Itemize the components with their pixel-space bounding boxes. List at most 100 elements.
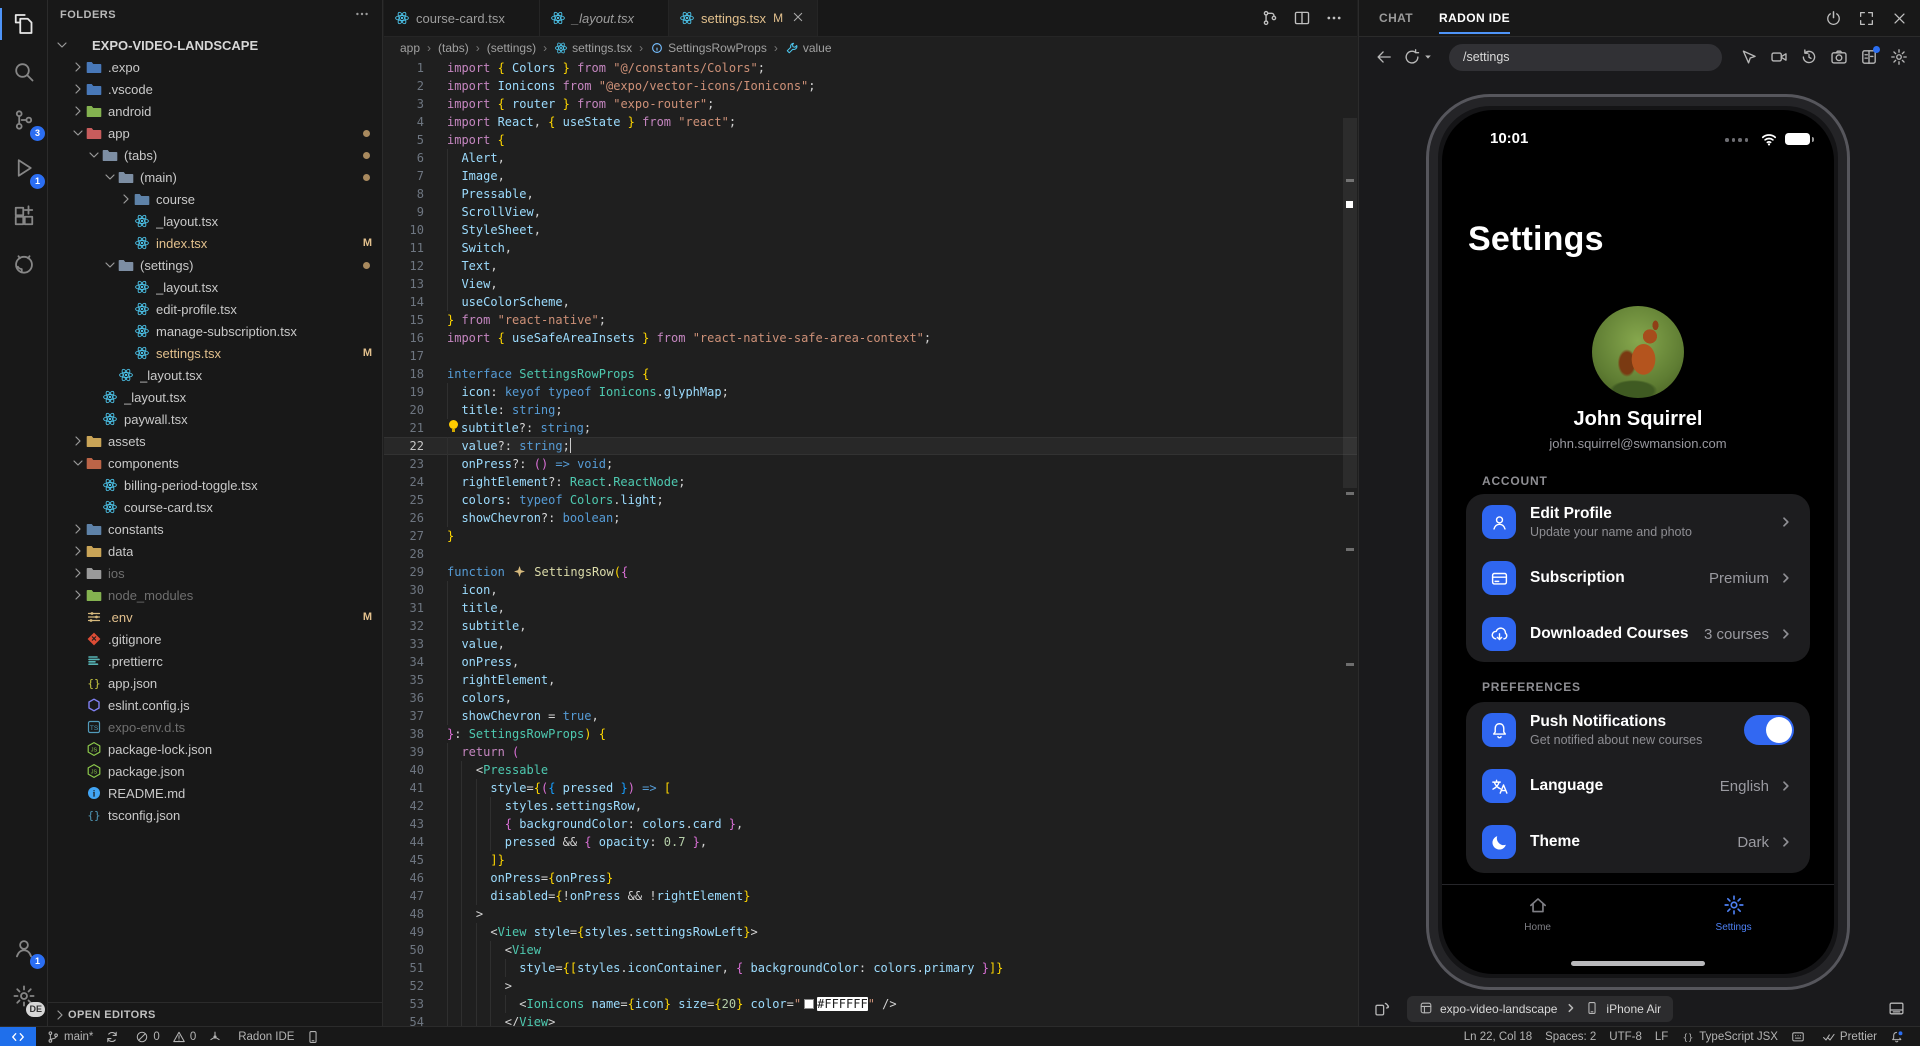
code-line[interactable]: 18 interface SettingsRowProps { xyxy=(384,365,1357,383)
code-line[interactable]: 41 style={({ pressed }) => [ xyxy=(384,779,1357,797)
tree-item[interactable]: course-card.tsx xyxy=(48,496,382,518)
tree-item[interactable]: paywall.tsx xyxy=(48,408,382,430)
breadcrumb-item[interactable]: (settings) xyxy=(469,41,536,55)
code-line[interactable]: 29 function SettingsRow({ xyxy=(384,563,1357,581)
code-line[interactable]: 28 xyxy=(384,545,1357,563)
tree-item[interactable]: i README.md xyxy=(48,782,382,804)
tree-item[interactable]: .gitignore xyxy=(48,628,382,650)
breadcrumb-item[interactable]: settings.tsx xyxy=(536,41,632,55)
tree-item[interactable]: android xyxy=(48,100,382,122)
more-actions-icon[interactable] xyxy=(1325,9,1343,27)
code-line[interactable]: 15 } from "react-native"; xyxy=(384,311,1357,329)
code-line[interactable]: 48 > xyxy=(384,905,1357,923)
code-line[interactable]: 4 import React, { useState } from "react… xyxy=(384,113,1357,131)
code-line[interactable]: 34 onPress, xyxy=(384,653,1357,671)
code-line[interactable]: 43 { backgroundColor: colors.card }, xyxy=(384,815,1357,833)
code-line[interactable]: 1 import { Colors } from "@/constants/Co… xyxy=(384,59,1357,77)
code-line[interactable]: 54 </View> xyxy=(384,1013,1357,1026)
toggle-switch[interactable] xyxy=(1744,715,1794,745)
status-item[interactable]: Prettier xyxy=(1822,1030,1877,1044)
tree-item[interactable]: manage-subscription.tsx xyxy=(48,320,382,342)
status-item[interactable] xyxy=(1890,1030,1908,1044)
source-control-graph-icon[interactable] xyxy=(1261,9,1279,27)
panel-settings-icon[interactable] xyxy=(1888,46,1910,68)
breadcrumb-item[interactable]: value xyxy=(767,41,832,55)
status-item[interactable]: main* xyxy=(46,1030,93,1044)
screen-record-icon[interactable] xyxy=(1768,46,1790,68)
code-line[interactable]: 10 StyleSheet, xyxy=(384,221,1357,239)
tree-item[interactable]: _layout.tsx xyxy=(48,364,382,386)
explorer-icon[interactable] xyxy=(0,0,48,48)
tree-item[interactable]: index.tsx M xyxy=(48,232,382,254)
editor-tab[interactable]: settings.tsx M xyxy=(669,0,818,36)
rotate-device-icon[interactable] xyxy=(1371,998,1393,1020)
tree-item[interactable]: .vscode xyxy=(48,78,382,100)
tree-item[interactable]: _layout.tsx xyxy=(48,210,382,232)
code-line[interactable]: 38 }: SettingsRowProps) { xyxy=(384,725,1357,743)
tree-item[interactable]: .expo xyxy=(48,56,382,78)
settings-row[interactable]: Push Notifications Get notified about ne… xyxy=(1466,702,1810,758)
tree-item[interactable]: .env M xyxy=(48,606,382,628)
folders-more-icon[interactable] xyxy=(354,6,370,25)
status-item[interactable] xyxy=(306,1030,324,1044)
status-item[interactable]: Radon IDE xyxy=(238,1030,294,1044)
tree-item[interactable]: data xyxy=(48,540,382,562)
tree-item[interactable]: eslint.config.js xyxy=(48,694,382,716)
code-line[interactable]: 12 Text, xyxy=(384,257,1357,275)
code-line[interactable]: 13 View, xyxy=(384,275,1357,293)
status-item[interactable]: Spaces: 2 xyxy=(1545,1030,1596,1044)
code-line[interactable]: 24 rightElement?: React.ReactNode; xyxy=(384,473,1357,491)
expand-icon[interactable] xyxy=(1858,10,1875,27)
tree-item[interactable]: (tabs) xyxy=(48,144,382,166)
replay-icon[interactable] xyxy=(1798,46,1820,68)
settings-row[interactable]: Language English xyxy=(1466,758,1810,814)
search-icon[interactable] xyxy=(0,48,48,96)
code-line[interactable]: 16 import { useSafeAreaInsets } from "re… xyxy=(384,329,1357,347)
url-bar[interactable]: /settings xyxy=(1449,44,1722,71)
extensions-icon[interactable] xyxy=(0,192,48,240)
status-item[interactable] xyxy=(208,1030,226,1044)
tree-item[interactable]: (main) xyxy=(48,166,382,188)
code-line[interactable]: 2 import Ionicons from "@expo/vector-ico… xyxy=(384,77,1357,95)
code-line[interactable]: 26 showChevron?: boolean; xyxy=(384,509,1357,527)
code-line[interactable]: 27 } xyxy=(384,527,1357,545)
code-line[interactable]: 51 style={[styles.iconContainer, { backg… xyxy=(384,959,1357,977)
editor-tab[interactable]: _layout.tsx xyxy=(540,0,669,36)
status-item[interactable]: LF xyxy=(1655,1030,1668,1044)
code-line[interactable]: 49 <View style={styles.settingsRowLeft}> xyxy=(384,923,1357,941)
code-line[interactable]: 9 ScrollView, xyxy=(384,203,1357,221)
code-line[interactable]: 39 return ( xyxy=(384,743,1357,761)
bottom-panel-icon[interactable] xyxy=(1886,998,1908,1020)
settings-row[interactable]: Theme Dark xyxy=(1466,814,1810,870)
code-line[interactable]: 22 value?: string; xyxy=(384,437,1357,455)
split-editor-icon[interactable] xyxy=(1293,9,1311,27)
status-item[interactable]: 0 xyxy=(135,1030,159,1044)
tree-item[interactable]: TS expo-env.d.ts xyxy=(48,716,382,738)
panel-tab[interactable]: RADON IDE xyxy=(1439,0,1510,36)
tree-item[interactable]: JS package.json xyxy=(48,760,382,782)
code-line[interactable]: 37 showChevron = true, xyxy=(384,707,1357,725)
phone-tab[interactable]: Settings xyxy=(1716,894,1752,933)
breadcrumb-item[interactable]: SettingsRowProps xyxy=(632,41,767,55)
tree-item[interactable]: .prettierrc xyxy=(48,650,382,672)
settings-row[interactable]: Downloaded Courses 3 courses xyxy=(1466,606,1810,662)
code-line[interactable]: 21 subtitle?: string; xyxy=(384,419,1357,437)
code-line[interactable]: 14 useColorScheme, xyxy=(384,293,1357,311)
phone-tab[interactable]: Home xyxy=(1524,894,1551,933)
tree-item[interactable]: constants xyxy=(48,518,382,540)
open-editors-section[interactable]: OPEN EDITORS xyxy=(48,1002,382,1026)
code-line[interactable]: 53 <Ionicons name={icon} size={20} color… xyxy=(384,995,1357,1013)
tree-item[interactable]: {} app.json xyxy=(48,672,382,694)
tree-item[interactable]: _layout.tsx xyxy=(48,276,382,298)
panel-tab[interactable]: CHAT xyxy=(1379,0,1413,36)
screenshot-icon[interactable] xyxy=(1828,46,1850,68)
tree-item[interactable]: assets xyxy=(48,430,382,452)
code-line[interactable]: 30 icon, xyxy=(384,581,1357,599)
source-control-icon[interactable]: 3 xyxy=(0,96,48,144)
tree-item[interactable]: {} tsconfig.json xyxy=(48,804,382,826)
code-line[interactable]: 42 styles.settingsRow, xyxy=(384,797,1357,815)
devtools-icon[interactable] xyxy=(1858,46,1880,68)
code-line[interactable]: 47 disabled={!onPress && !rightElement} xyxy=(384,887,1357,905)
code-line[interactable]: 33 value, xyxy=(384,635,1357,653)
device-selector[interactable]: expo-video-landscape iPhone Air xyxy=(1407,996,1673,1022)
